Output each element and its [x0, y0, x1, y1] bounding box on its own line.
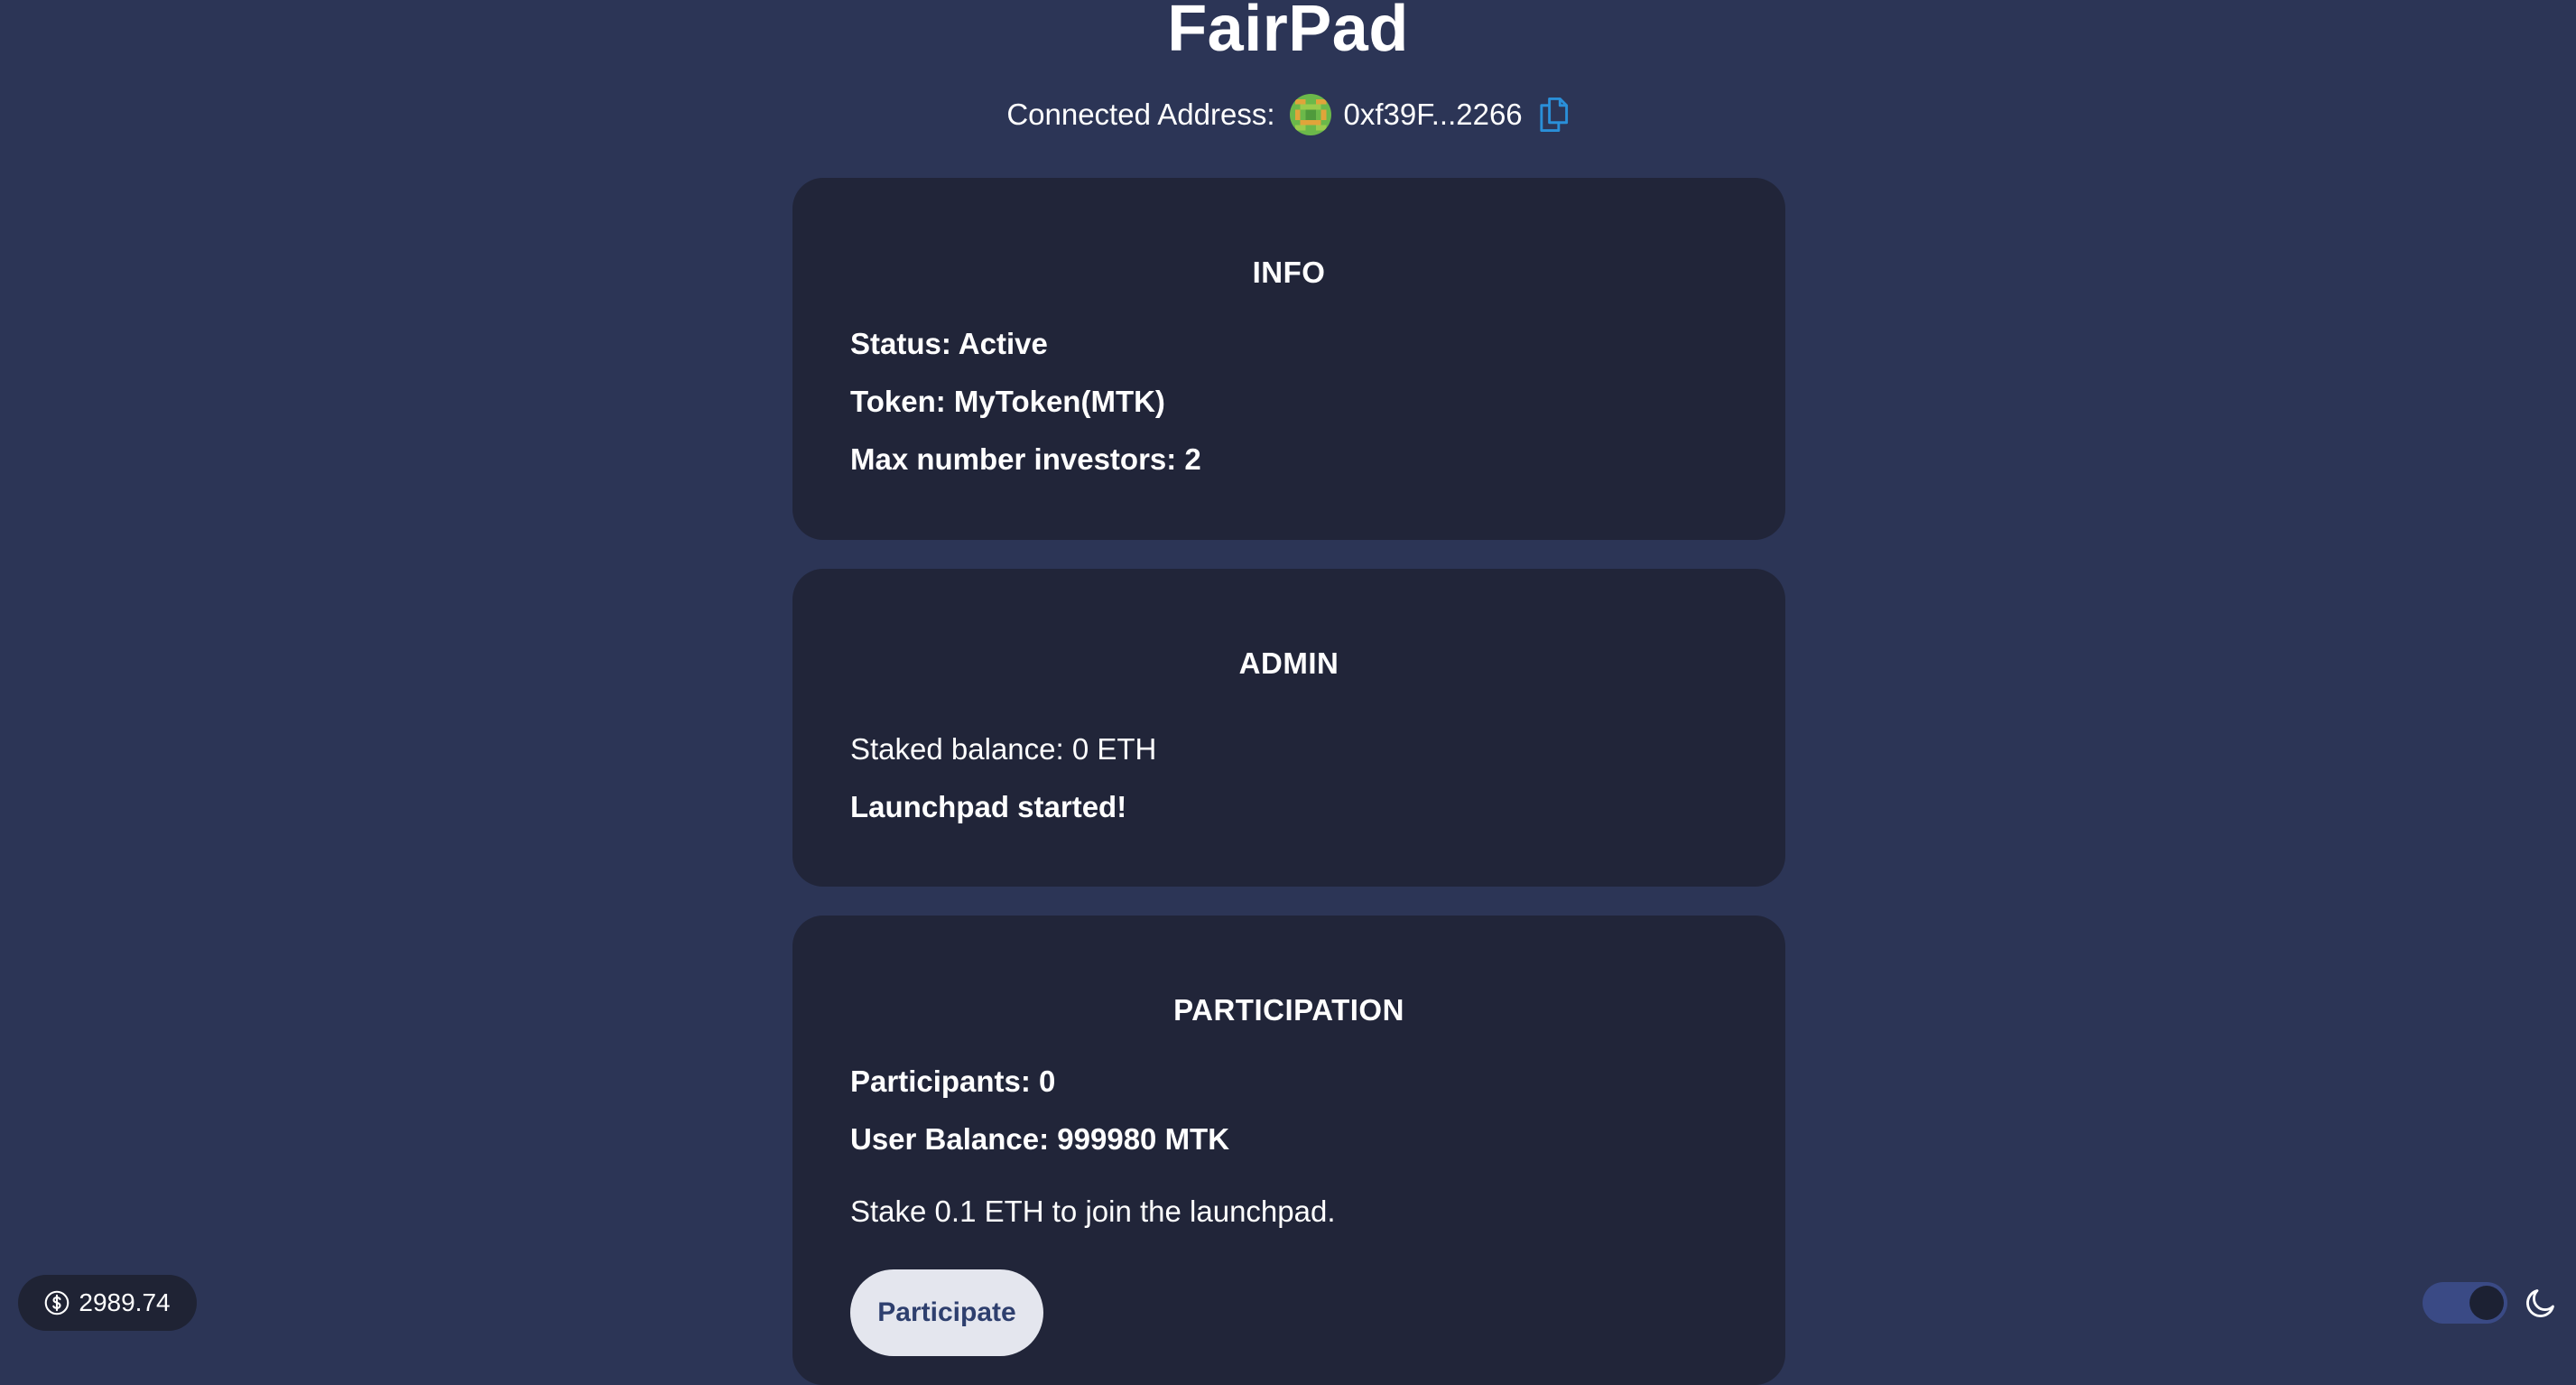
connected-address-row: Connected Address: 0xf39F...2266 — [0, 90, 2576, 139]
page-title: FairPad — [1167, 0, 1409, 65]
dark-mode-toggle[interactable] — [2423, 1282, 2507, 1324]
status-text: Status: Active — [850, 327, 1048, 360]
max-investors-text: Max number investors: 2 — [850, 442, 1201, 476]
copy-icon[interactable] — [1537, 98, 1570, 132]
eth-price-value: 2989.74 — [79, 1288, 171, 1316]
info-card-title: INFO — [1252, 256, 1326, 289]
participation-card-title: PARTICIPATION — [1173, 993, 1404, 1027]
moon-icon — [2524, 1286, 2558, 1320]
wallet-address: 0xf39F...2266 — [1343, 98, 1523, 131]
participants-text: Participants: 0 — [850, 1064, 1056, 1098]
eth-price-badge: 2989.74 — [18, 1275, 197, 1331]
participate-button[interactable]: Participate — [850, 1269, 1043, 1356]
admin-card: ADMIN Staked balance: 0 ETH Launchpad st… — [792, 569, 1785, 887]
user-balance-text: User Balance: 999980 MTK — [850, 1122, 1230, 1156]
token-text: Token: MyToken(MTK) — [850, 385, 1165, 418]
participation-card: PARTICIPATION Participants: 0 User Balan… — [792, 916, 1785, 1385]
staked-balance-text: Staked balance: 0 ETH — [850, 732, 1157, 766]
stake-prompt-text: Stake 0.1 ETH to join the launchpad. — [850, 1194, 1336, 1228]
toggle-knob — [2469, 1286, 2504, 1320]
info-card: INFO Status: Active Token: MyToken(MTK) … — [792, 178, 1785, 540]
launchpad-status-text: Launchpad started! — [850, 790, 1127, 823]
connected-address-label: Connected Address: — [1006, 98, 1275, 131]
admin-card-title: ADMIN — [1238, 646, 1339, 680]
blockie-avatar — [1289, 94, 1331, 135]
dollar-circle-icon — [44, 1290, 69, 1315]
